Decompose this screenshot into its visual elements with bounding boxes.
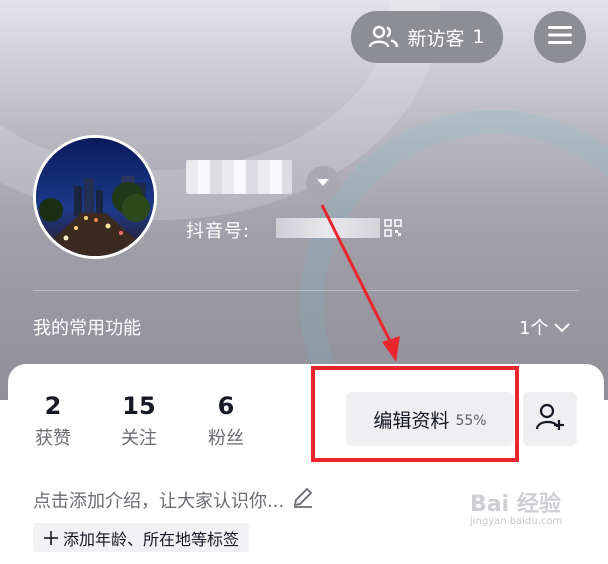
watermark-main: Bai 经验 bbox=[470, 492, 561, 517]
watermark-sub: jingyan.baidu.com bbox=[470, 516, 563, 527]
plus-icon bbox=[43, 530, 63, 546]
pencil-icon bbox=[292, 486, 314, 513]
bio-placeholder: 点击添加介绍，让大家认识你... bbox=[33, 490, 285, 512]
add-tags-button[interactable]: 添加年龄、所在地等标签 bbox=[33, 523, 250, 552]
annotation-arrow bbox=[320, 204, 400, 362]
bio-prompt[interactable]: 点击添加介绍，让大家认识你... bbox=[33, 486, 314, 513]
baidu-watermark: Bai 经验 jingyan.baidu.com bbox=[470, 486, 562, 527]
add-tags-label: 添加年龄、所在地等标签 bbox=[63, 529, 240, 549]
